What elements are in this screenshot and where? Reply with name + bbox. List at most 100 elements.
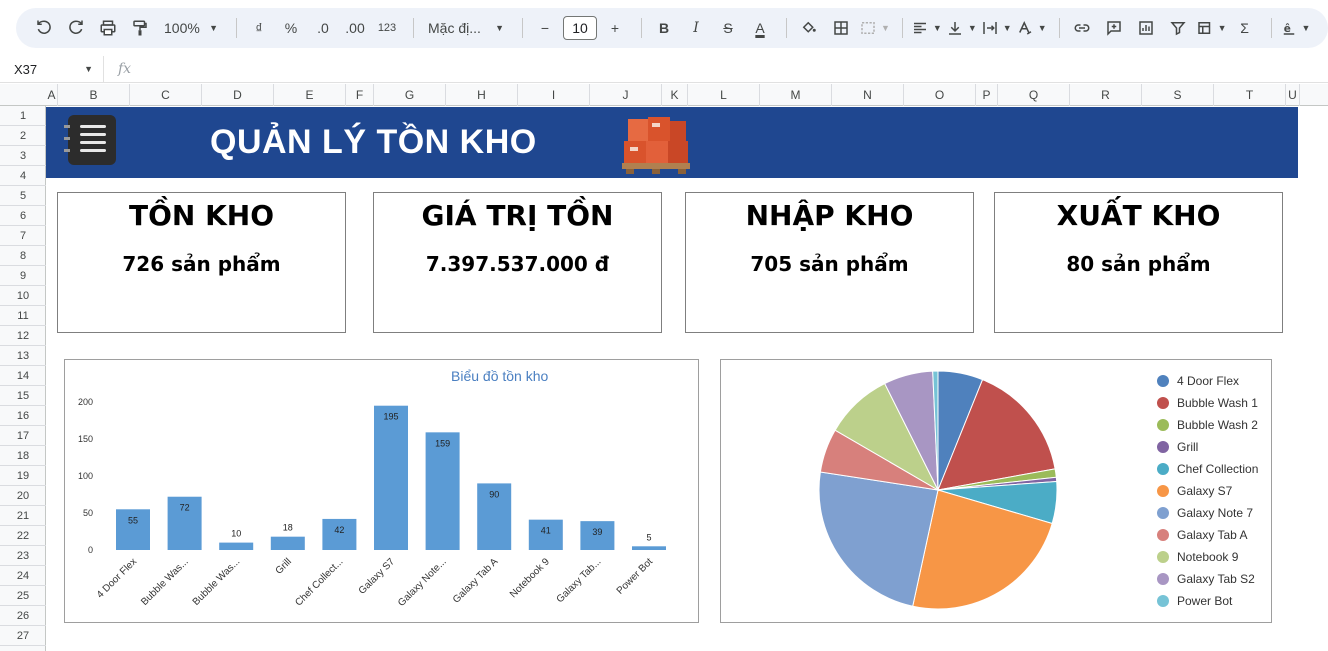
row-header-15[interactable]: 15 [0, 386, 46, 406]
column-header-g[interactable]: G [374, 84, 446, 106]
legend-item[interactable]: Galaxy Note 7 [1157, 502, 1258, 524]
link-icon[interactable] [1068, 14, 1096, 42]
column-header-d[interactable]: D [202, 84, 274, 106]
column-header-n[interactable]: N [832, 84, 904, 106]
legend-item[interactable]: Galaxy Tab S2 [1157, 568, 1258, 590]
legend-item[interactable]: Galaxy S7 [1157, 480, 1258, 502]
increase-decimal-button[interactable]: .00 [341, 14, 369, 42]
row-header-9[interactable]: 9 [0, 266, 46, 286]
column-header-b[interactable]: B [58, 84, 130, 106]
row-header-3[interactable]: 3 [0, 146, 46, 166]
row-header-25[interactable]: 25 [0, 586, 46, 606]
column-header-o[interactable]: O [904, 84, 976, 106]
bar-2[interactable] [219, 542, 254, 550]
column-header-k[interactable]: K [662, 84, 688, 106]
column-header-l[interactable]: L [688, 84, 760, 106]
row-header-4[interactable]: 4 [0, 166, 46, 186]
horizontal-align-icon[interactable]: ▼ [911, 14, 942, 42]
decrease-decimal-button[interactable]: .0 [309, 14, 337, 42]
font-select[interactable]: Mặc đị... ▼ [422, 14, 510, 42]
column-header-h[interactable]: H [446, 84, 518, 106]
insert-chart-icon[interactable] [1132, 14, 1160, 42]
input-tools-icon[interactable]: ê ▼ [1280, 14, 1310, 42]
column-header-p[interactable]: P [976, 84, 998, 106]
paint-format-icon[interactable] [126, 14, 154, 42]
row-header-24[interactable]: 24 [0, 566, 46, 586]
column-header-s[interactable]: S [1142, 84, 1214, 106]
vertical-align-icon[interactable]: ▼ [946, 14, 977, 42]
text-rotation-icon[interactable]: ▼ [1016, 14, 1047, 42]
column-header-r[interactable]: R [1070, 84, 1142, 106]
column-header-q[interactable]: Q [998, 84, 1070, 106]
bar-10[interactable] [632, 546, 666, 550]
row-header-1[interactable]: 1 [0, 106, 46, 126]
legend-item[interactable]: Power Bot [1157, 590, 1258, 612]
row-header-26[interactable]: 26 [0, 606, 46, 626]
print-icon[interactable] [94, 14, 122, 42]
fill-color-icon[interactable] [795, 14, 823, 42]
row-header-22[interactable]: 22 [0, 526, 46, 546]
row-header-12[interactable]: 12 [0, 326, 46, 346]
column-header-i[interactable]: I [518, 84, 590, 106]
row-header-21[interactable]: 21 [0, 506, 46, 526]
comment-icon[interactable] [1100, 14, 1128, 42]
row-header-19[interactable]: 19 [0, 466, 46, 486]
text-wrap-icon[interactable]: ▼ [981, 14, 1012, 42]
filter-icon[interactable] [1164, 14, 1192, 42]
row-header-23[interactable]: 23 [0, 546, 46, 566]
column-header-f[interactable]: F [346, 84, 374, 106]
italic-button[interactable]: I [682, 14, 710, 42]
row-header-28[interactable]: 28 [0, 646, 46, 651]
name-box[interactable]: X37 ▼ [0, 55, 104, 83]
column-header-j[interactable]: J [590, 84, 662, 106]
legend-item[interactable]: Chef Collection [1157, 458, 1258, 480]
bar-5[interactable] [374, 405, 408, 550]
column-header-t[interactable]: T [1214, 84, 1286, 106]
row-header-7[interactable]: 7 [0, 226, 46, 246]
legend-item[interactable]: Grill [1157, 436, 1258, 458]
undo-icon[interactable] [30, 14, 58, 42]
row-header-10[interactable]: 10 [0, 286, 46, 306]
row-header-2[interactable]: 2 [0, 126, 46, 146]
functions-button[interactable]: Σ [1231, 14, 1259, 42]
column-header-c[interactable]: C [130, 84, 202, 106]
decrease-font-size-button[interactable]: − [531, 14, 559, 42]
pie-chart[interactable]: 4 Door Flex Bubble Wash 1 Bubble Wash 2 Gri… [720, 359, 1272, 623]
bar-3[interactable] [270, 536, 305, 550]
row-header-17[interactable]: 17 [0, 426, 46, 446]
column-header-e[interactable]: E [274, 84, 346, 106]
row-header-14[interactable]: 14 [0, 366, 46, 386]
row-header-5[interactable]: 5 [0, 186, 46, 206]
bar-chart[interactable]: Biểu đồ tồn kho 0 50 100 150 200 55 4 Door Fle… [64, 359, 699, 623]
legend-item[interactable]: 4 Door Flex [1157, 370, 1258, 392]
zoom-select[interactable]: 100% ▼ [158, 14, 224, 42]
legend-item[interactable]: Bubble Wash 1 [1157, 392, 1258, 414]
column-header-a[interactable]: A [46, 84, 58, 106]
legend-item[interactable]: Galaxy Tab A [1157, 524, 1258, 546]
bold-button[interactable]: B [650, 14, 678, 42]
currency-format-button[interactable]: ₫ [245, 14, 273, 42]
row-header-8[interactable]: 8 [0, 246, 46, 266]
row-header-27[interactable]: 27 [0, 626, 46, 646]
strikethrough-button[interactable]: S [714, 14, 742, 42]
column-header-u[interactable]: U [1286, 84, 1300, 106]
increase-font-size-button[interactable]: + [601, 14, 629, 42]
merge-cells-icon[interactable]: ▼ [859, 14, 890, 42]
row-header-6[interactable]: 6 [0, 206, 46, 226]
bar-6[interactable] [425, 432, 460, 550]
filter-views-icon[interactable]: ▼ [1196, 14, 1227, 42]
row-header-13[interactable]: 13 [0, 346, 46, 366]
legend-item[interactable]: Bubble Wash 2 [1157, 414, 1258, 436]
legend-item[interactable]: Notebook 9 [1157, 546, 1258, 568]
percent-format-button[interactable]: % [277, 14, 305, 42]
redo-icon[interactable] [62, 14, 90, 42]
font-size-input[interactable]: 10 [563, 16, 597, 40]
column-header-m[interactable]: M [760, 84, 832, 106]
row-header-16[interactable]: 16 [0, 406, 46, 426]
number-format-button[interactable]: 123 [373, 14, 401, 42]
row-header-11[interactable]: 11 [0, 306, 46, 326]
borders-icon[interactable] [827, 14, 855, 42]
text-color-button[interactable]: A [746, 14, 774, 42]
row-header-20[interactable]: 20 [0, 486, 46, 506]
row-header-18[interactable]: 18 [0, 446, 46, 466]
